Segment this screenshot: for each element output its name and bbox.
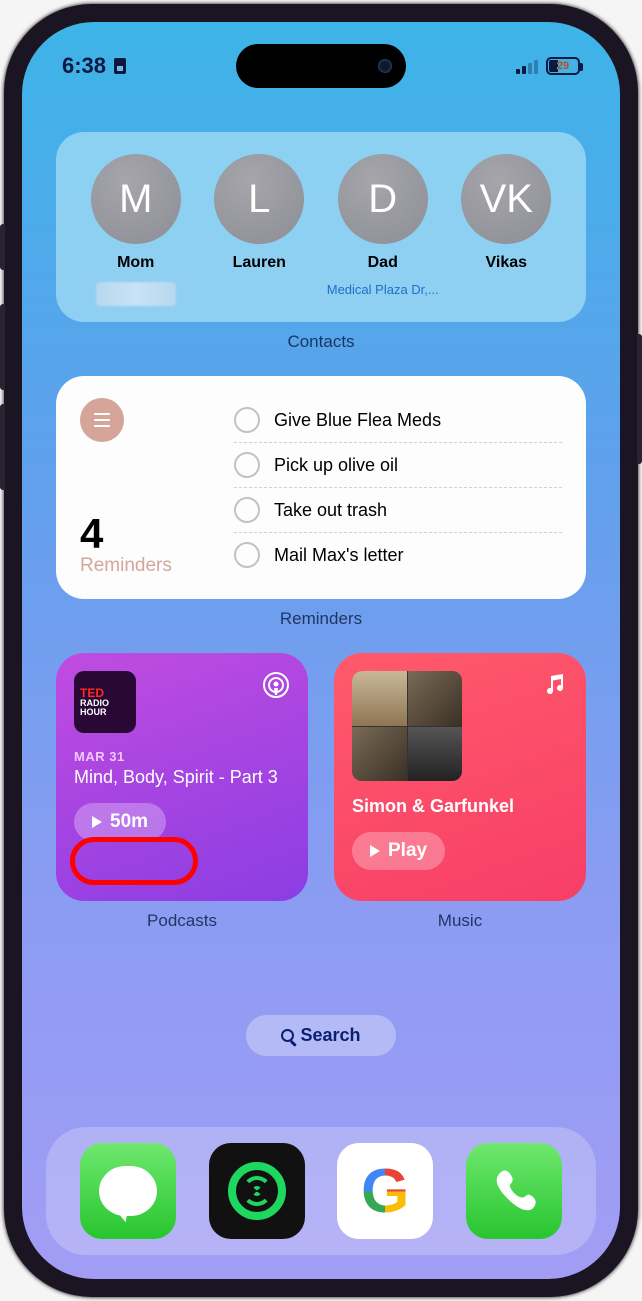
reminder-text: Give Blue Flea Meds — [274, 410, 441, 431]
widget-label: Reminders — [56, 609, 586, 629]
reminders-count: 4 — [80, 513, 210, 555]
contact-dad[interactable]: D Dad Medical Plaza Dr,... — [321, 154, 445, 306]
reminders-title: Reminders — [80, 555, 210, 577]
widget-label: Podcasts — [56, 911, 308, 931]
sim-icon — [112, 56, 128, 76]
reminder-item[interactable]: Mail Max's letter — [234, 533, 562, 577]
duration-text: 50m — [110, 811, 148, 833]
avatar: M — [91, 154, 181, 244]
spotify-icon — [228, 1162, 286, 1220]
cellular-icon — [516, 58, 538, 74]
search-icon — [281, 1029, 294, 1042]
redacted — [96, 282, 176, 306]
search-label: Search — [300, 1025, 360, 1046]
reminders-widget[interactable]: 4 Reminders Give Blue Flea Meds Pick up … — [56, 376, 586, 599]
avatar: VK — [461, 154, 551, 244]
reminder-text: Pick up olive oil — [274, 455, 398, 476]
music-widget[interactable]: Simon & Garfunkel Play — [334, 653, 586, 901]
list-icon — [80, 398, 124, 442]
phone-frame: 6:38 29 M Mom L Lauren — [4, 4, 638, 1297]
reminder-item[interactable]: Pick up olive oil — [234, 443, 562, 488]
contact-vikas[interactable]: VK Vikas — [445, 154, 569, 306]
google-app[interactable]: G — [337, 1143, 433, 1239]
play-pill[interactable]: Play — [352, 832, 445, 870]
google-icon: G — [361, 1156, 409, 1227]
dynamic-island — [236, 44, 406, 88]
contact-name: Vikas — [485, 254, 527, 272]
contact-sub: Medical Plaza Dr,... — [327, 282, 439, 298]
widget-label: Music — [334, 911, 586, 931]
radio-icon[interactable] — [234, 542, 260, 568]
contact-name: Mom — [117, 254, 154, 272]
album-artwork — [352, 671, 462, 781]
dock: G — [46, 1127, 596, 1255]
radio-icon[interactable] — [234, 497, 260, 523]
contacts-widget[interactable]: M Mom L Lauren D Dad Medical Plaza Dr,..… — [56, 132, 586, 322]
annotation-highlight — [70, 837, 198, 885]
radio-icon[interactable] — [234, 452, 260, 478]
play-text: Play — [388, 840, 427, 862]
reminder-text: Mail Max's letter — [274, 545, 403, 566]
episode-title: Mind, Body, Spirit - Part 3 — [74, 766, 290, 789]
messages-icon — [99, 1166, 157, 1216]
clock: 6:38 — [62, 53, 106, 79]
podcasts-widget[interactable]: TED RADIO HOUR MAR 31 Mind, Body, Spirit… — [56, 653, 308, 901]
music-icon — [542, 671, 568, 697]
reminder-text: Take out trash — [274, 500, 387, 521]
radio-icon[interactable] — [234, 407, 260, 433]
contact-name: Lauren — [233, 254, 286, 272]
podcast-artwork: TED RADIO HOUR — [74, 671, 136, 733]
phone-icon — [488, 1165, 540, 1217]
spotify-app[interactable] — [209, 1143, 305, 1239]
contact-name: Dad — [368, 254, 398, 272]
screen: 6:38 29 M Mom L Lauren — [22, 22, 620, 1279]
contact-lauren[interactable]: L Lauren — [198, 154, 322, 306]
contact-mom[interactable]: M Mom — [74, 154, 198, 306]
avatar: L — [214, 154, 304, 244]
play-pill[interactable]: 50m — [74, 803, 166, 841]
reminder-item[interactable]: Take out trash — [234, 488, 562, 533]
play-icon — [370, 845, 380, 857]
widget-label: Contacts — [56, 332, 586, 352]
messages-app[interactable] — [80, 1143, 176, 1239]
battery-icon: 29 — [546, 57, 580, 75]
reminder-item[interactable]: Give Blue Flea Meds — [234, 398, 562, 443]
artist-title: Simon & Garfunkel — [352, 795, 568, 818]
episode-date: MAR 31 — [74, 749, 290, 764]
phone-app[interactable] — [466, 1143, 562, 1239]
podcasts-icon — [262, 671, 290, 699]
avatar: D — [338, 154, 428, 244]
search-pill[interactable]: Search — [246, 1015, 396, 1056]
play-icon — [92, 816, 102, 828]
